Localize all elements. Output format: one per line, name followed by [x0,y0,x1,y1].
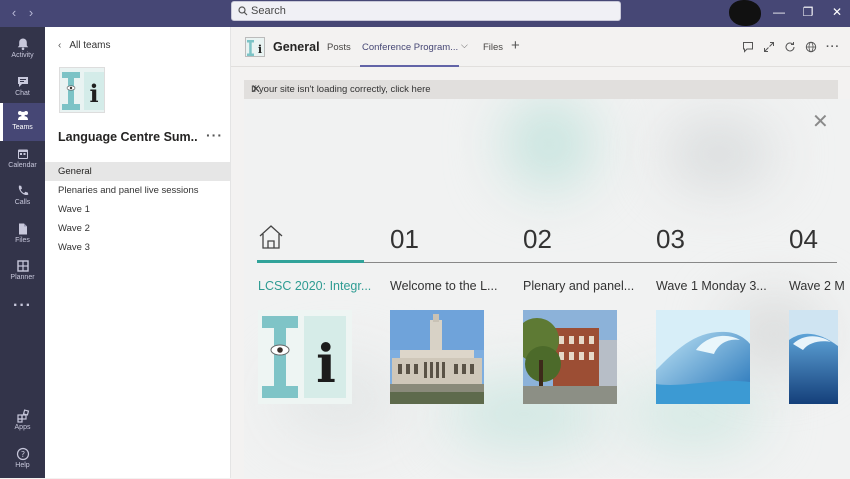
rail-label: Teams [12,124,33,131]
rail-teams[interactable]: Teams [0,103,45,141]
embedded-site: ✕ 01 02 03 04 LCSC 2020: Integr... Welco… [244,99,850,478]
channel-wave-1[interactable]: Wave 1 [45,200,230,219]
svg-text:i: i [89,79,98,108]
tab-posts[interactable]: Posts [327,42,351,53]
rail-label: Apps [14,424,31,431]
card-title[interactable]: Welcome to the L... [390,279,504,293]
home-icon[interactable] [258,224,284,250]
chevron-left-icon: ‹ [58,40,62,51]
rail-help[interactable]: ? Help [0,441,45,479]
active-tab-indicator [360,65,459,67]
channel-wave-3[interactable]: Wave 3 [45,238,230,257]
rail-label: Planner [10,274,35,281]
back-arrow-icon[interactable]: ‹ [7,5,21,21]
add-tab-icon[interactable]: + [511,37,520,54]
maximize-icon[interactable]: ❐ [797,2,819,22]
search-icon [238,6,248,16]
title-bar: ‹ › Search — ❐ ✕ [0,0,850,27]
close-window-icon[interactable]: ✕ [826,2,848,22]
globe-icon[interactable] [805,41,817,53]
rail-label: Chat [15,90,30,97]
background-blur [504,99,594,189]
more-icon: ··· [13,297,32,314]
all-teams-link[interactable]: ‹ All teams [58,40,110,51]
background-blur [664,119,774,189]
more-options-icon[interactable]: ··· [206,127,223,143]
nav-number[interactable]: 03 [656,224,685,255]
rail-calls[interactable]: Calls [0,178,45,216]
team-panel: ‹ All teams i Language Centre Sum... ··· … [45,27,231,478]
channel-plenaries[interactable]: Plenaries and panel live sessions [45,181,230,200]
card-thumbnail-logo[interactable]: i [258,310,352,404]
teams-icon [17,111,28,120]
nav-number[interactable]: 01 [390,224,419,255]
card-thumbnail-building[interactable] [390,310,484,404]
svg-text:?: ? [20,450,24,459]
calendar-icon [17,149,28,159]
channel-wave-2[interactable]: Wave 2 [45,219,230,238]
forward-arrow-icon[interactable]: › [24,5,38,21]
search-input[interactable]: Search [231,1,621,21]
phone-icon [18,185,28,196]
tab-conference-programme[interactable]: Conference Program... [362,42,458,53]
rail-label: Files [15,237,30,244]
card-title[interactable]: Wave 1 Monday 3... [656,279,770,293]
all-teams-label: All teams [69,40,111,51]
search-placeholder: Search [251,5,286,17]
svg-text:i: i [258,43,262,56]
rail-label: Calendar [8,162,37,169]
chat-icon [17,77,28,87]
site-loading-banner[interactable]: If your site isn't loading correctly, cl… [244,80,838,99]
rail-files[interactable]: Files [0,216,45,254]
rail-label: Help [15,462,30,469]
faint-background-text [617,457,619,464]
rail-chat[interactable]: Chat [0,69,45,107]
rail-label: Activity [11,52,34,59]
app-rail: Activity Chat Teams Calendar Calls Files… [0,27,45,478]
close-icon[interactable]: ✕ [812,109,829,134]
rail-activity[interactable]: Activity [0,31,45,69]
card-thumbnail-wave-2[interactable] [789,310,838,404]
channel-header: i General Posts Conference Program... ⌵ … [231,27,850,67]
tab-files[interactable]: Files [483,42,503,53]
help-icon: ? [16,447,29,461]
avatar[interactable] [729,0,761,26]
bell-icon [17,38,28,51]
active-nav-indicator [257,260,364,263]
chevron-down-icon[interactable]: ⌵ [461,40,468,51]
channel-logo: i [245,37,265,57]
rail-more[interactable]: ··· [0,295,45,319]
card-title[interactable]: Plenary and panel... [523,279,637,293]
svg-text:i: i [316,334,336,395]
rail-label: Calls [14,199,31,206]
expand-icon[interactable] [763,41,775,53]
more-icon[interactable]: ··· [826,41,839,53]
team-logo: i [59,67,105,113]
nav-number[interactable]: 02 [523,224,552,255]
channel-general[interactable]: General [45,162,230,181]
channel-title: General [273,40,320,54]
files-icon [18,223,27,235]
minimize-icon[interactable]: — [768,2,790,22]
rail-planner[interactable]: Planner [0,253,45,291]
conversation-icon[interactable] [742,41,754,53]
card-title[interactable]: Wave 2 M [789,279,850,293]
card-title[interactable]: LCSC 2020: Integr... [258,279,372,293]
apps-icon [16,409,29,423]
nav-number[interactable]: 04 [789,224,818,255]
card-thumbnail-campus[interactable] [523,310,617,404]
close-icon[interactable]: ✕ [251,82,832,96]
main-pane: i General Posts Conference Program... ⌵ … [231,27,850,478]
refresh-icon[interactable] [784,41,796,53]
team-name[interactable]: Language Centre Sum... [58,130,198,144]
team-logo-image: i [60,68,104,112]
planner-icon [16,260,29,272]
card-thumbnail-wave[interactable] [656,310,750,404]
rail-calendar[interactable]: Calendar [0,141,45,179]
rail-apps[interactable]: Apps [0,403,45,441]
